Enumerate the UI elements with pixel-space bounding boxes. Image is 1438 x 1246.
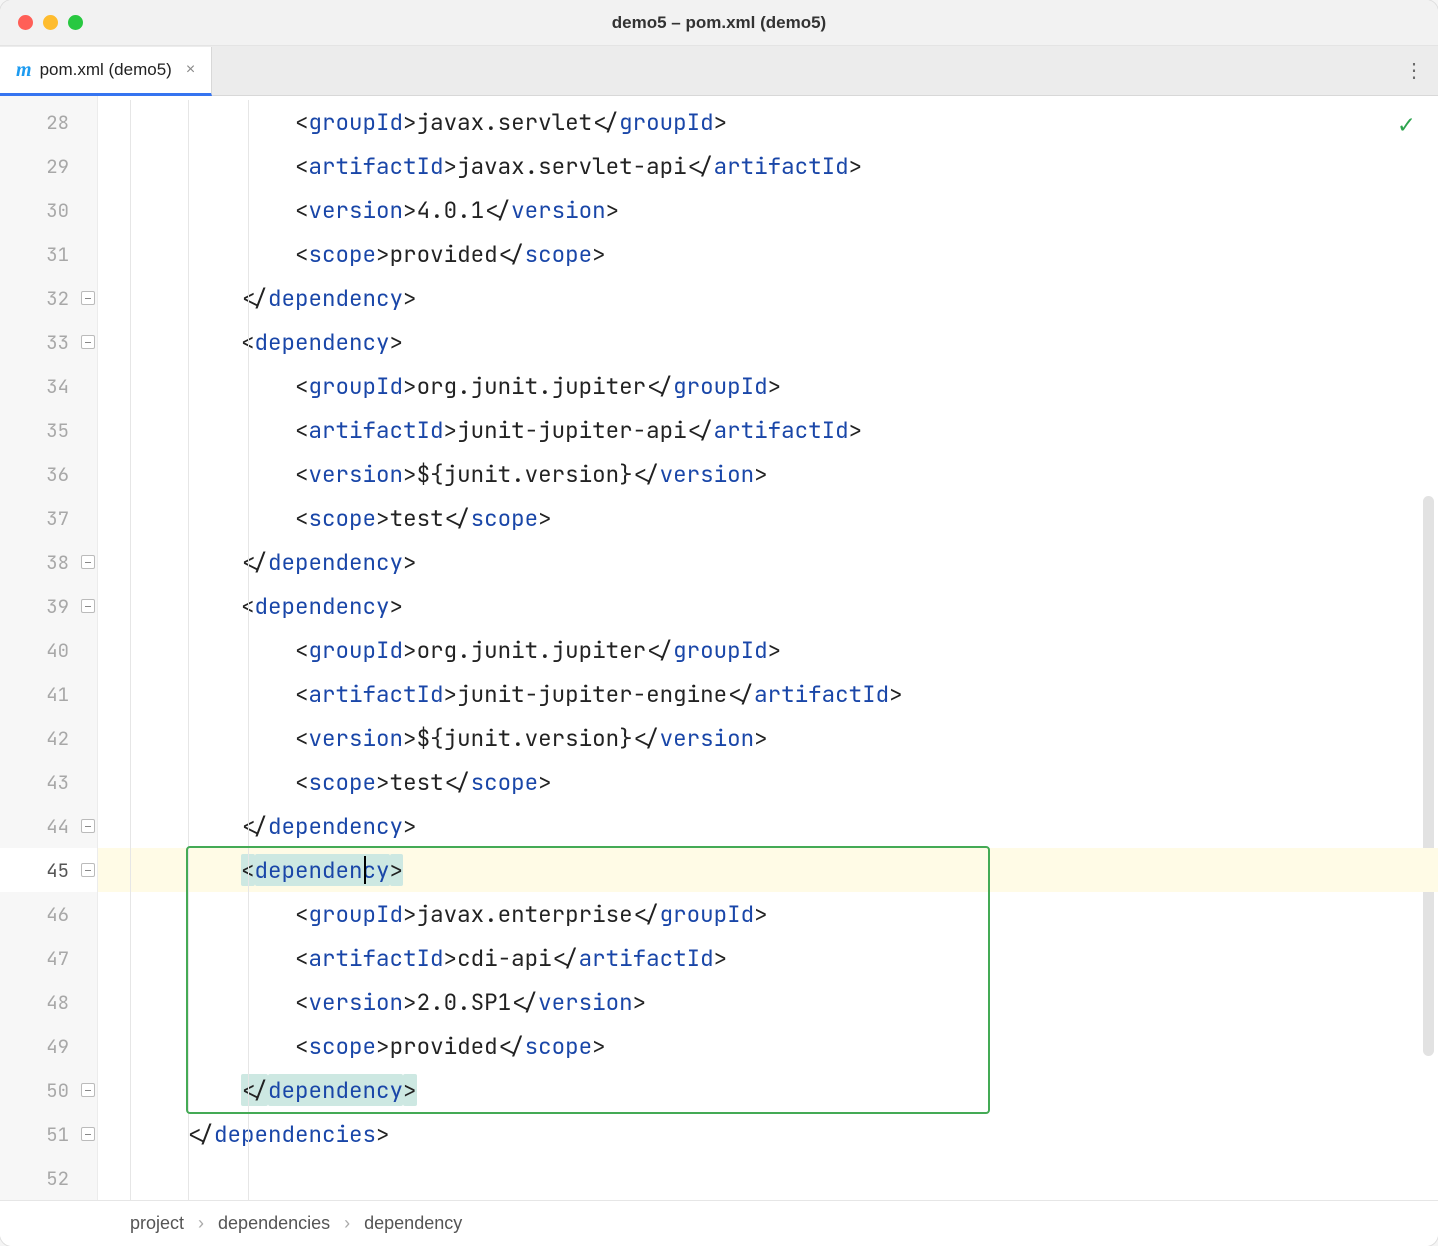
fold-toggle-icon[interactable] — [81, 1127, 95, 1141]
line-number[interactable]: 32 — [0, 276, 97, 320]
line-number[interactable]: 38 — [0, 540, 97, 584]
code-line[interactable]: <version>2.0.SP1</version> — [98, 980, 1438, 1024]
window-title: demo5 – pom.xml (demo5) — [0, 13, 1438, 33]
code-lines[interactable]: <groupId>javax.servlet</groupId> <artifa… — [98, 100, 1438, 1200]
code-line[interactable]: <groupId>org.junit.jupiter</groupId> — [98, 364, 1438, 408]
tab-label: pom.xml (demo5) — [40, 60, 172, 80]
line-number[interactable]: 43 — [0, 760, 97, 804]
line-number[interactable]: 33 — [0, 320, 97, 364]
code-line[interactable]: <artifactId>junit-jupiter-engine</artifa… — [98, 672, 1438, 716]
line-number[interactable]: 29 — [0, 144, 97, 188]
line-number[interactable]: 50 — [0, 1068, 97, 1112]
window-controls — [18, 15, 83, 30]
close-tab-icon[interactable]: × — [186, 61, 195, 79]
fold-toggle-icon[interactable] — [81, 863, 95, 877]
code-line[interactable]: <scope>test</scope> — [98, 496, 1438, 540]
breadcrumb-item[interactable]: dependencies — [218, 1213, 330, 1234]
line-number[interactable]: 44 — [0, 804, 97, 848]
code-line[interactable]: </dependencies> — [98, 1112, 1438, 1156]
line-number[interactable]: 48 — [0, 980, 97, 1024]
tab-pom-xml[interactable]: m pom.xml (demo5) × — [0, 47, 212, 96]
code-line[interactable]: </dependency> — [98, 1068, 1438, 1112]
line-number[interactable]: 31 — [0, 232, 97, 276]
editor-tabs: m pom.xml (demo5) × ⋮ — [0, 46, 1438, 96]
breadcrumb[interactable]: project › dependencies › dependency — [0, 1200, 1438, 1246]
code-line[interactable]: <scope>test</scope> — [98, 760, 1438, 804]
close-window-button[interactable] — [18, 15, 33, 30]
line-number[interactable]: 28 — [0, 100, 97, 144]
fold-toggle-icon[interactable] — [81, 1083, 95, 1097]
line-number[interactable]: 51 — [0, 1112, 97, 1156]
minimize-window-button[interactable] — [43, 15, 58, 30]
code-line[interactable]: <groupId>org.junit.jupiter</groupId> — [98, 628, 1438, 672]
line-number[interactable]: 37 — [0, 496, 97, 540]
breadcrumb-item[interactable]: project — [130, 1213, 184, 1234]
code-line[interactable]: <scope>provided</scope> — [98, 232, 1438, 276]
code-line[interactable]: <dependency> — [98, 320, 1438, 364]
fold-toggle-icon[interactable] — [81, 335, 95, 349]
line-number[interactable]: 36 — [0, 452, 97, 496]
code-line[interactable]: </dependency> — [98, 540, 1438, 584]
fold-toggle-icon[interactable] — [81, 291, 95, 305]
code-line[interactable]: <version>${junit.version}</version> — [98, 716, 1438, 760]
line-number[interactable]: 52 — [0, 1156, 97, 1200]
line-number[interactable]: 42 — [0, 716, 97, 760]
code-line[interactable]: <groupId>javax.servlet</groupId> — [98, 100, 1438, 144]
titlebar: demo5 – pom.xml (demo5) — [0, 0, 1438, 46]
code-line[interactable]: <version>${junit.version}</version> — [98, 452, 1438, 496]
code-area[interactable]: ✓ <groupId>javax.servlet</groupId> <arti… — [98, 96, 1438, 1200]
line-number[interactable]: 49 — [0, 1024, 97, 1068]
code-line[interactable]: <artifactId>junit-jupiter-api</artifactI… — [98, 408, 1438, 452]
code-line[interactable] — [98, 1156, 1438, 1200]
line-number[interactable]: 47 — [0, 936, 97, 980]
indent-guide — [188, 100, 189, 1200]
line-number[interactable]: 39 — [0, 584, 97, 628]
indent-guide — [130, 100, 131, 1200]
code-line[interactable]: <artifactId>javax.servlet-api</artifactI… — [98, 144, 1438, 188]
ide-window: demo5 – pom.xml (demo5) m pom.xml (demo5… — [0, 0, 1438, 1246]
more-tabs-icon[interactable]: ⋮ — [1404, 46, 1424, 95]
line-number[interactable]: 34 — [0, 364, 97, 408]
line-number[interactable]: 30 — [0, 188, 97, 232]
fold-toggle-icon[interactable] — [81, 555, 95, 569]
breadcrumb-separator-icon: › — [198, 1213, 204, 1234]
line-gutter: 2829303132333435363738394041424344454647… — [0, 96, 98, 1200]
code-line[interactable]: </dependency> — [98, 276, 1438, 320]
maximize-window-button[interactable] — [68, 15, 83, 30]
fold-toggle-icon[interactable] — [81, 599, 95, 613]
code-line[interactable]: <artifactId>cdi-api</artifactId> — [98, 936, 1438, 980]
line-number[interactable]: 35 — [0, 408, 97, 452]
line-number[interactable]: 45 — [0, 848, 97, 892]
indent-guide — [248, 100, 249, 1200]
fold-toggle-icon[interactable] — [81, 819, 95, 833]
code-line[interactable]: <version>4.0.1</version> — [98, 188, 1438, 232]
code-line[interactable]: <scope>provided</scope> — [98, 1024, 1438, 1068]
code-line[interactable]: <groupId>javax.enterprise</groupId> — [98, 892, 1438, 936]
maven-icon: m — [16, 59, 32, 82]
code-line[interactable]: <dependency> — [98, 848, 1438, 892]
line-number[interactable]: 40 — [0, 628, 97, 672]
editor: 2829303132333435363738394041424344454647… — [0, 96, 1438, 1200]
code-line[interactable]: <dependency> — [98, 584, 1438, 628]
breadcrumb-separator-icon: › — [344, 1213, 350, 1234]
code-line[interactable]: </dependency> — [98, 804, 1438, 848]
line-number[interactable]: 46 — [0, 892, 97, 936]
line-number[interactable]: 41 — [0, 672, 97, 716]
breadcrumb-item[interactable]: dependency — [364, 1213, 462, 1234]
